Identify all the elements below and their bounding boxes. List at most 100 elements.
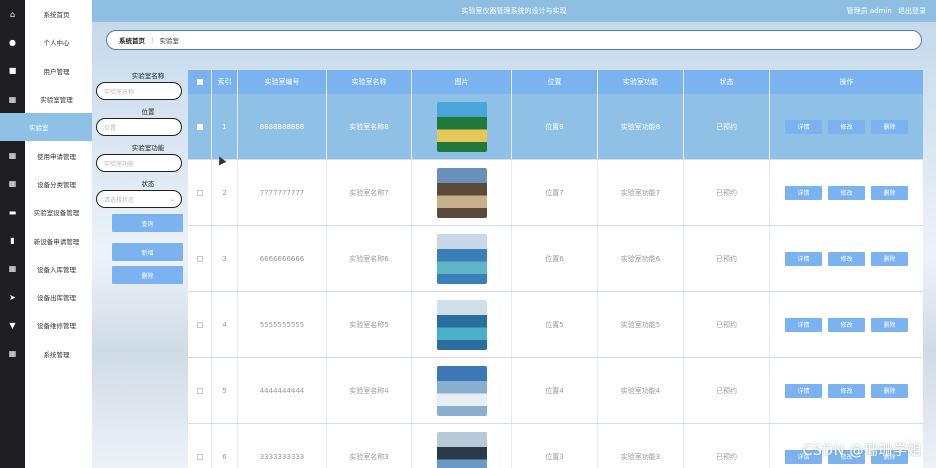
sidebar-item[interactable]: ➤ 设备出库管理 <box>0 283 92 311</box>
cell-image <box>412 160 512 225</box>
shield-icon: ▼ <box>9 320 16 330</box>
delete-button[interactable]: 删除 <box>871 185 908 200</box>
cell-index: 2 <box>212 160 238 225</box>
sidebar-item[interactable]: ⌂ 系统首页 <box>0 0 92 28</box>
sidebar-item-label: 实验室 <box>29 124 49 133</box>
chevron-down-icon: ⌄ <box>169 195 175 203</box>
col-index: 索引 <box>212 70 238 94</box>
cell-code: 7777777777 <box>238 160 327 225</box>
sidebar-item-label: 使用申请管理 <box>37 152 76 161</box>
status-filter-value: 请选择状态 <box>104 196 135 204</box>
sidebar-item[interactable]: ■ 用户管理 <box>0 57 92 85</box>
cell-location: 位置5 <box>512 292 598 357</box>
edit-button[interactable]: 修改 <box>828 119 865 134</box>
breadcrumb-home[interactable]: 系统首页 <box>119 35 145 45</box>
cell-actions: 详情 修改 删除 <box>770 160 923 225</box>
query-button[interactable]: 查询 <box>112 214 183 232</box>
table-row[interactable]: 3 6666666666 实验室名称6 位置6 实验室功能6 已预约 详情 修改 删除 <box>188 226 923 292</box>
location-filter-label: 位置 <box>141 108 155 116</box>
delete-button[interactable]: 删除 <box>871 317 908 332</box>
cell-location: 位置8 <box>512 94 598 159</box>
cell-index: 4 <box>212 292 238 357</box>
logout-link[interactable]: 退出登录 <box>898 7 926 15</box>
select-all-checkbox[interactable] <box>196 79 203 85</box>
cell-status: 已预约 <box>684 94 770 159</box>
detail-button[interactable]: 详情 <box>785 119 822 134</box>
edit-button[interactable]: 修改 <box>828 251 865 266</box>
user-name: 管理员 admin <box>846 7 892 15</box>
delete-button[interactable]: 删除 <box>871 119 908 134</box>
sidebar-item[interactable]: ▦ 系统管理 <box>0 340 92 368</box>
sidebar-item-label: 设备出库管理 <box>37 294 76 303</box>
row-checkbox[interactable] <box>196 189 203 196</box>
cell-function: 实验室功能8 <box>598 94 684 159</box>
row-checkbox[interactable] <box>196 453 203 460</box>
cell-location: 位置3 <box>512 424 598 468</box>
detail-button[interactable]: 详情 <box>785 251 822 266</box>
cell-actions: 详情 修改 删除 <box>770 292 923 357</box>
add-button[interactable]: 新增 <box>112 243 183 261</box>
sidebar-item[interactable]: 实验室 <box>0 113 92 142</box>
detail-button[interactable]: 详情 <box>785 317 822 332</box>
delete-button[interactable]: 删除 <box>871 251 908 266</box>
table-row[interactable]: 1 8888888888 实验室名称8 位置8 实验室功能8 已预约 详情 修改 删除 <box>188 94 923 160</box>
cell-image <box>412 94 512 159</box>
row-checkbox[interactable] <box>196 123 203 130</box>
table-row[interactable]: 2 7777777777 实验室名称7 位置7 实验室功能7 已预约 详情 修改 删除 <box>188 160 923 226</box>
sidebar-item[interactable]: ▬ 实验室设备管理 <box>0 198 92 226</box>
monitor-icon: ▬ <box>8 207 17 217</box>
edit-button[interactable]: 修改 <box>828 185 865 200</box>
table-row[interactable]: 5 4444444444 实验室名称4 位置4 实验室功能4 已预约 详情 修改 删除 <box>188 358 923 424</box>
sidebar-item[interactable]: ▦ 实验室管理 <box>0 85 92 113</box>
sidebar-item[interactable]: ▦ 设备入库管理 <box>0 255 92 283</box>
table-body: 1 8888888888 实验室名称8 位置8 实验室功能8 已预约 详情 修改 删除 2 7777… <box>188 94 923 468</box>
sidebar-item-label: 设备分类管理 <box>37 180 76 189</box>
sidebar-item[interactable]: ▼ 设备维修管理 <box>0 311 92 339</box>
top-bar: 实验室仪器管理系统的设计与实现 管理员 admin 退出登录 <box>92 0 936 22</box>
sidebar-item[interactable]: ▦ 使用申请管理 <box>0 141 92 169</box>
row-checkbox[interactable] <box>196 255 203 262</box>
sidebar-item[interactable]: ▮ 新设备申请管理 <box>0 226 92 254</box>
sidebar-item[interactable]: ● 个人中心 <box>0 28 92 56</box>
lab-photo[interactable] <box>436 299 487 350</box>
cell-image <box>412 358 512 423</box>
sidebar-item[interactable]: ▦ 设备分类管理 <box>0 170 92 198</box>
lab-photo[interactable] <box>436 365 487 416</box>
detail-button[interactable]: 详情 <box>785 185 822 200</box>
table-row[interactable]: 4 5555555555 实验室名称5 位置5 实验室功能5 已预约 详情 修改 删除 <box>188 292 923 358</box>
col-name: 实验室名称 <box>327 70 412 94</box>
delete-button[interactable]: 删除 <box>871 383 908 398</box>
cell-code: 8888888888 <box>238 94 327 159</box>
col-location: 位置 <box>512 70 598 94</box>
cell-code: 4444444444 <box>238 358 327 423</box>
cell-name: 实验室名称3 <box>327 424 412 468</box>
cell-function: 实验室功能6 <box>598 226 684 291</box>
status-filter-select[interactable]: 请选择状态 ⌄ <box>96 190 182 208</box>
sidebar-nav: ⌂ 系统首页 ● 个人中心 ■ 用户管理 ▦ 实验室管理 实验室 ▦ 使用申请管理 ▦ 设备分类管理 ▬ 实… <box>0 0 92 368</box>
row-checkbox[interactable] <box>196 321 203 328</box>
row-select-cell <box>188 292 212 357</box>
lab-photo[interactable] <box>436 233 487 284</box>
row-select-cell <box>188 160 212 225</box>
home-icon: ⌂ <box>9 9 16 19</box>
location-filter-input[interactable]: 位置 <box>96 118 182 136</box>
lab-photo[interactable] <box>436 431 487 468</box>
edit-button[interactable]: 修改 <box>828 383 865 398</box>
lab-photo[interactable] <box>436 101 487 152</box>
select-all-cell <box>188 70 212 94</box>
row-select-cell <box>188 94 212 159</box>
chart-icon: ▮ <box>10 236 15 246</box>
function-filter-input[interactable]: 实验室功能 <box>96 154 182 172</box>
edit-button[interactable]: 修改 <box>828 317 865 332</box>
detail-button[interactable]: 详情 <box>785 383 822 398</box>
batch-delete-button[interactable]: 删除 <box>112 266 183 284</box>
cell-actions: 详情 修改 删除 <box>770 226 923 291</box>
cell-index: 3 <box>212 226 238 291</box>
lab-photo[interactable] <box>436 167 487 218</box>
sidebar-item-label: 用户管理 <box>43 67 70 76</box>
name-filter-input[interactable]: 实验室名称 <box>96 82 182 100</box>
grid-icon: ▦ <box>8 94 17 104</box>
sidebar-item-label: 设备维修管理 <box>37 322 76 331</box>
cell-image <box>412 292 512 357</box>
row-checkbox[interactable] <box>196 387 203 394</box>
